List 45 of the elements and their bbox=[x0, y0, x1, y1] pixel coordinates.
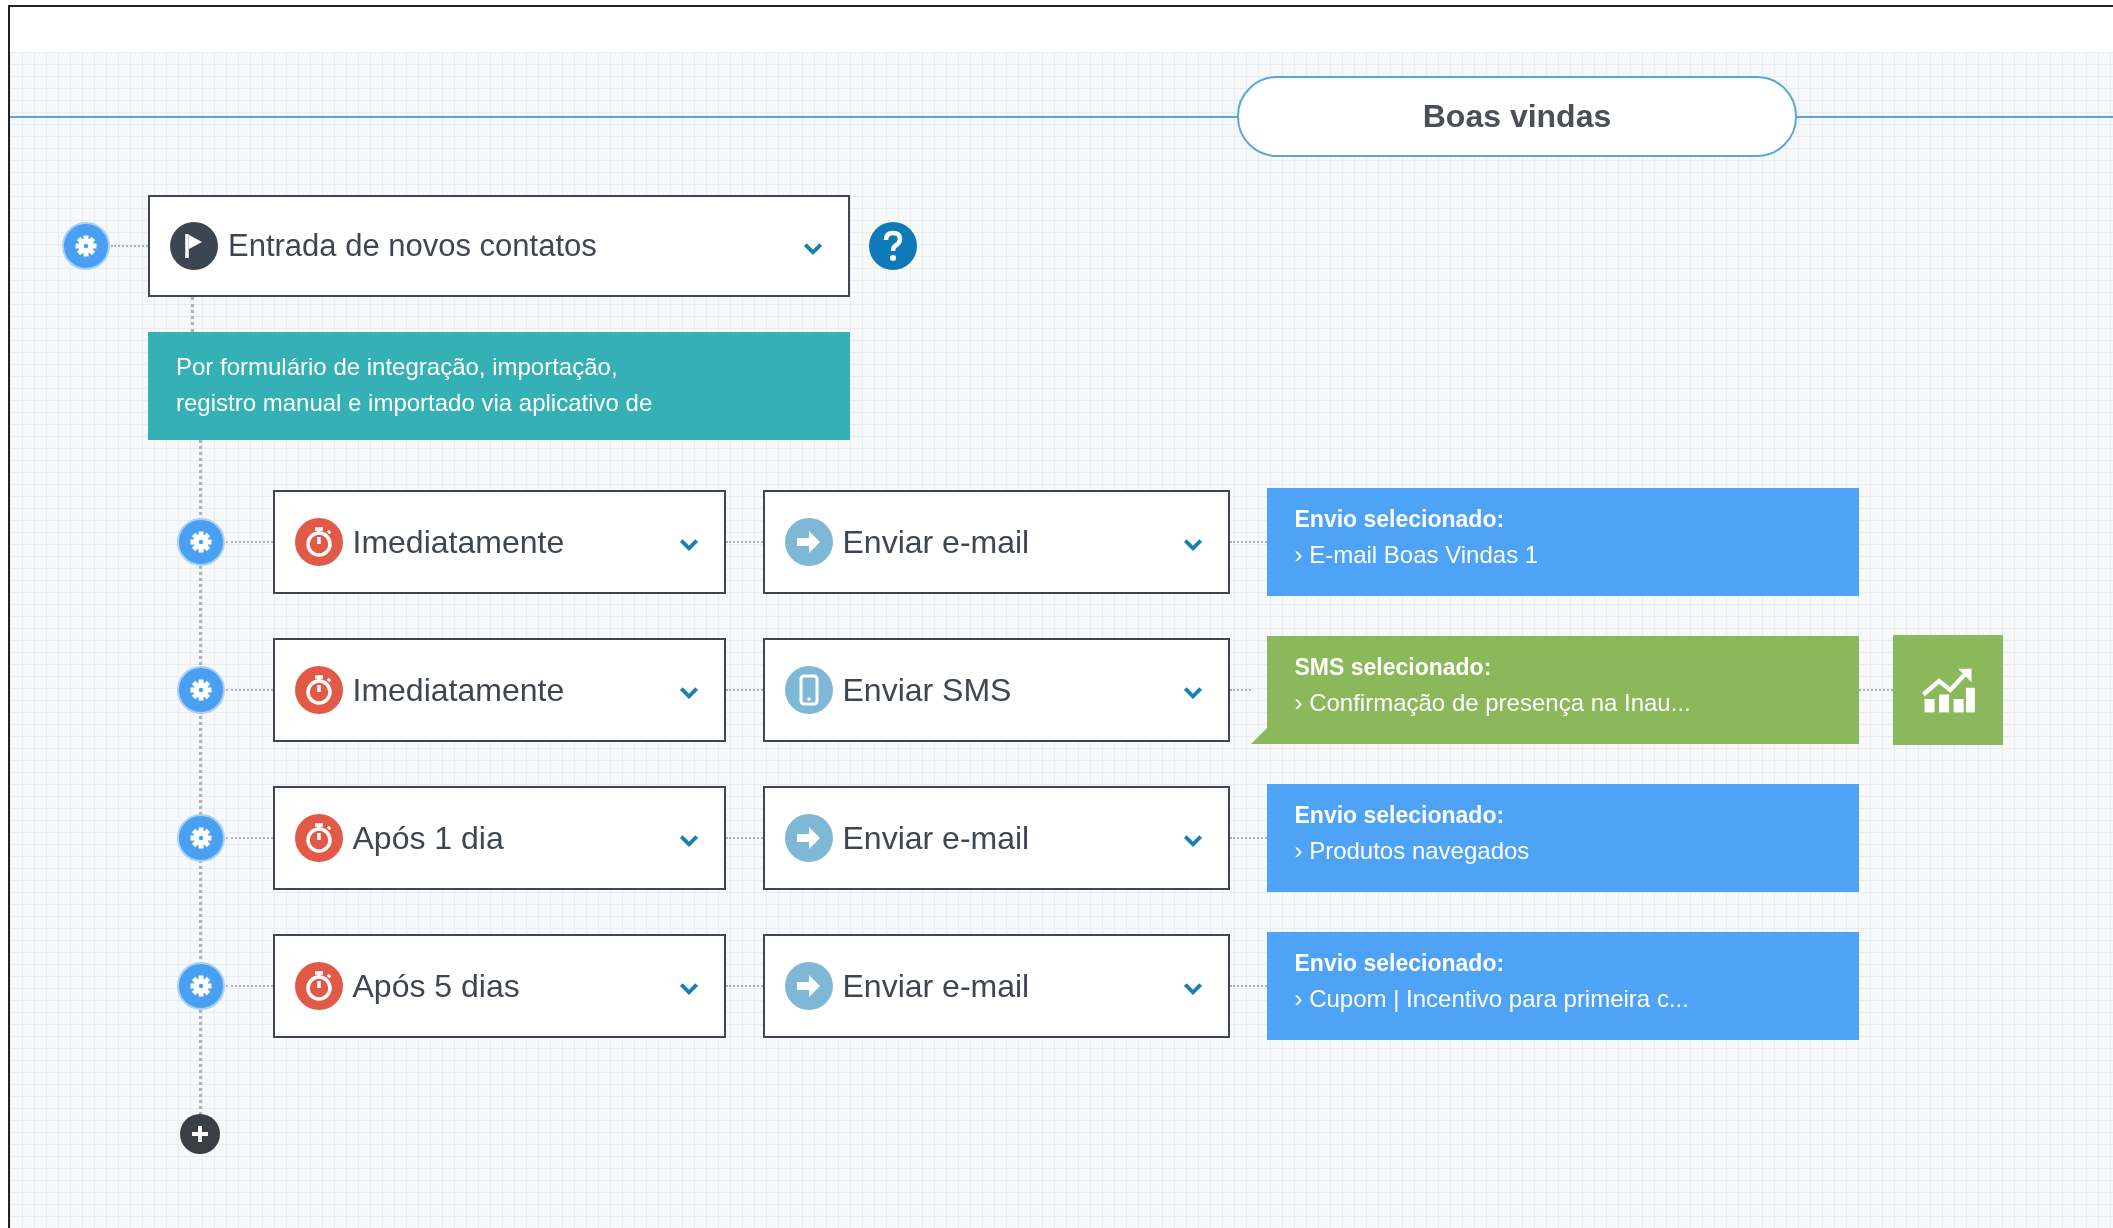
action-dropdown[interactable]: Enviar e-mail bbox=[762, 934, 1230, 1038]
card-heading: SMS selecionado: bbox=[1294, 654, 1493, 681]
card-detail: › Cupom | Incentivo para primeira c... bbox=[1294, 985, 1690, 1013]
arrow-right-icon bbox=[784, 962, 833, 1010]
card-heading: Envio selecionado: bbox=[1294, 802, 1506, 829]
chevron-down-icon bbox=[1181, 981, 1204, 997]
card-heading: Envio selecionado: bbox=[1294, 506, 1506, 533]
stopwatch-icon bbox=[294, 666, 343, 714]
flow-title: Boas vindas bbox=[1237, 76, 1797, 157]
settings-icon[interactable] bbox=[175, 665, 226, 715]
settings-icon[interactable] bbox=[175, 517, 226, 567]
flag-icon bbox=[170, 222, 218, 270]
action-dropdown[interactable]: Enviar e-mail bbox=[762, 490, 1230, 594]
chevron-down-icon bbox=[677, 981, 700, 997]
timing-dropdown[interactable]: Imediatamente bbox=[272, 490, 726, 594]
card-detail: › E-mail Boas Vindas 1 bbox=[1294, 541, 1540, 569]
stopwatch-icon bbox=[294, 962, 343, 1010]
add-icon[interactable] bbox=[180, 1114, 220, 1154]
timing-dropdown[interactable]: Imediatamente bbox=[272, 638, 726, 742]
timing-dropdown[interactable]: Após 1 dia bbox=[272, 786, 726, 890]
chevron-down-icon bbox=[1181, 537, 1204, 553]
report-button[interactable] bbox=[1892, 635, 2003, 745]
help-icon[interactable] bbox=[869, 222, 917, 270]
chevron-down-icon bbox=[1181, 833, 1204, 849]
arrow-right-icon bbox=[784, 518, 833, 566]
chevron-down-icon bbox=[802, 241, 824, 257]
settings-icon[interactable] bbox=[175, 961, 226, 1011]
card-heading: Envio selecionado: bbox=[1294, 950, 1506, 977]
card-detail: › Produtos navegados bbox=[1294, 837, 1531, 865]
settings-icon[interactable] bbox=[61, 221, 111, 271]
stopwatch-icon bbox=[294, 814, 343, 862]
card-detail: › Confirmação de presença na Inau... bbox=[1294, 689, 1692, 717]
action-dropdown[interactable]: Enviar e-mail bbox=[762, 786, 1230, 890]
chevron-down-icon bbox=[677, 833, 700, 849]
timing-dropdown[interactable]: Após 5 dias bbox=[272, 934, 726, 1038]
chevron-down-icon bbox=[677, 537, 700, 553]
arrow-right-icon bbox=[784, 814, 833, 862]
chevron-down-icon bbox=[1181, 685, 1204, 701]
settings-icon[interactable] bbox=[175, 813, 226, 863]
phone-icon bbox=[784, 666, 833, 714]
action-dropdown[interactable]: Enviar SMS bbox=[762, 638, 1230, 742]
trigger-dropdown[interactable]: Entrada de novos contatos bbox=[148, 195, 850, 297]
stopwatch-icon bbox=[294, 518, 343, 566]
chevron-down-icon bbox=[677, 685, 700, 701]
trigger-description: Por formulário de integração, importação, registro manual e importado via aplicativo de bbox=[148, 332, 850, 440]
